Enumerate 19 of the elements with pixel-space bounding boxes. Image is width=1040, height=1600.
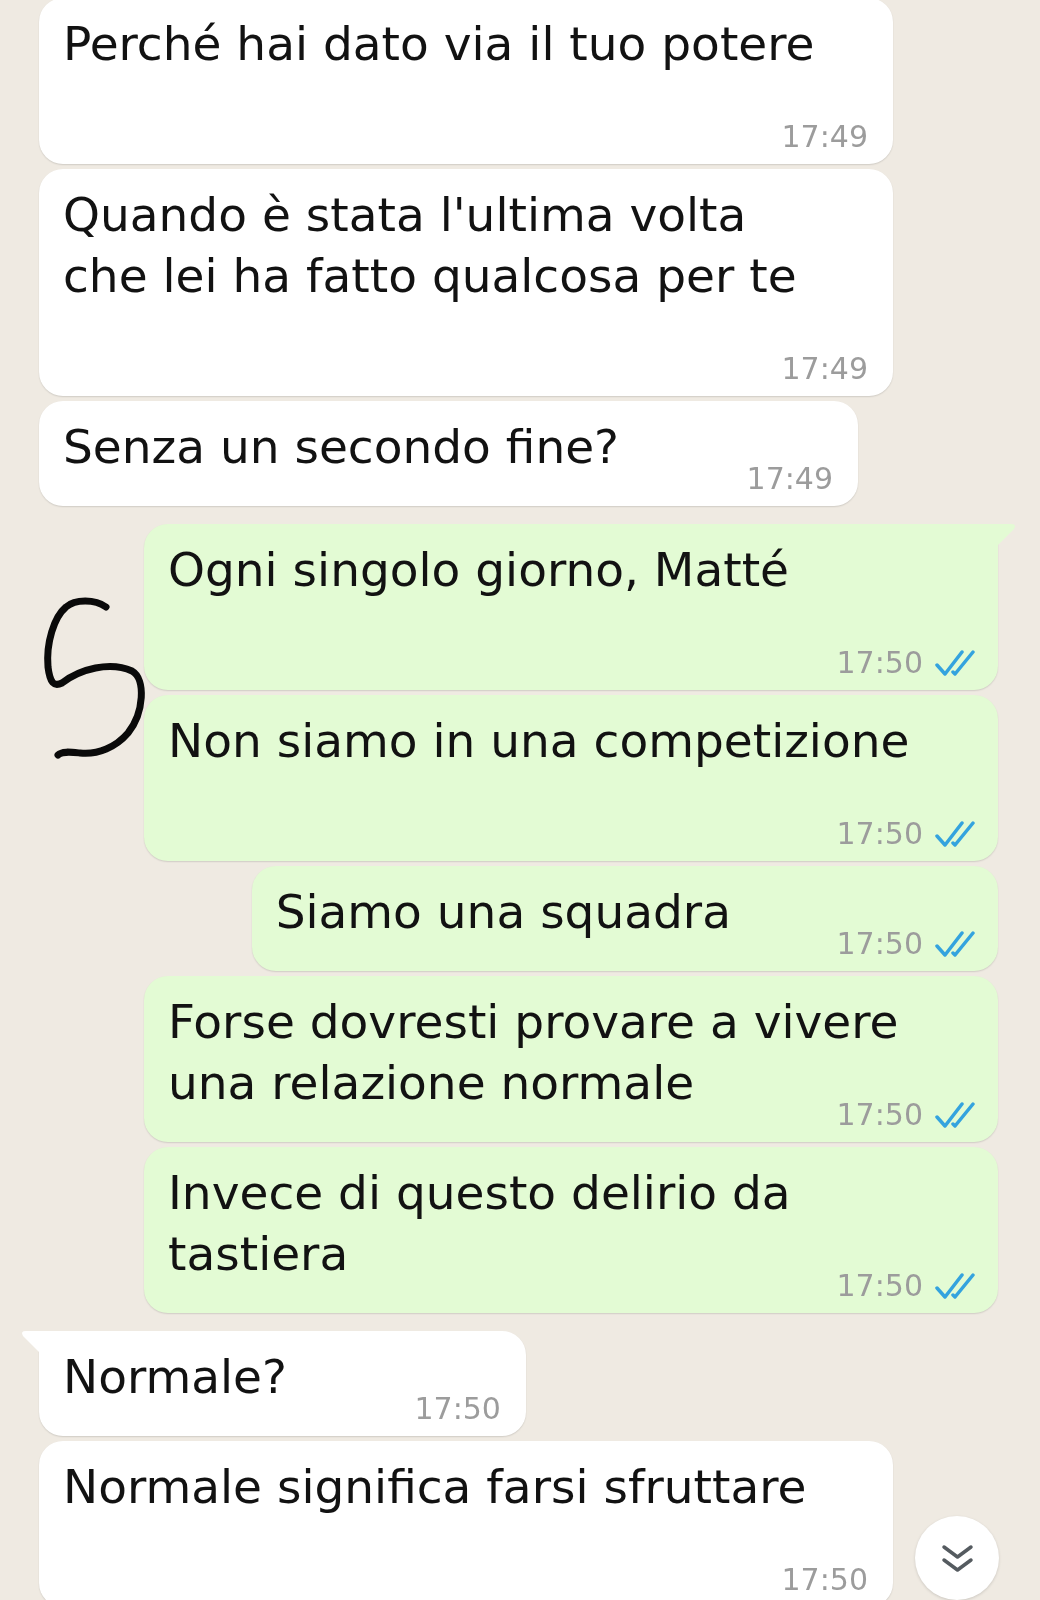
message-time: 17:50	[836, 928, 923, 960]
message-text: Quando è stata l'ultima volta che lei ha fatto qualcosa per te	[63, 187, 797, 303]
chevrons-down-icon	[939, 1543, 975, 1573]
message-time: 17:50	[836, 818, 923, 850]
message-text: Perché hai dato via il tuo potere	[63, 16, 815, 71]
message-text: Ogni singolo giorno, Matté	[168, 542, 789, 597]
message-time: 17:50	[781, 1564, 868, 1596]
message-time: 17:49	[781, 353, 868, 385]
message-text: Normale significa farsi sfruttare	[63, 1459, 807, 1514]
message-time: 17:49	[781, 121, 868, 153]
message-text: Senza un secondo fine?	[63, 419, 620, 474]
message-time: 17:50	[836, 1270, 923, 1302]
message-text: Normale?	[63, 1349, 287, 1404]
message-time: 17:50	[414, 1393, 501, 1425]
message-time: 17:49	[746, 463, 834, 495]
message-text: Invece di questo delirio da tastiera	[168, 1165, 791, 1281]
message-text: Non siamo in una competizione	[168, 713, 910, 768]
message-text: Siamo una squadra	[275, 884, 731, 939]
message-time: 17:50	[836, 647, 923, 679]
